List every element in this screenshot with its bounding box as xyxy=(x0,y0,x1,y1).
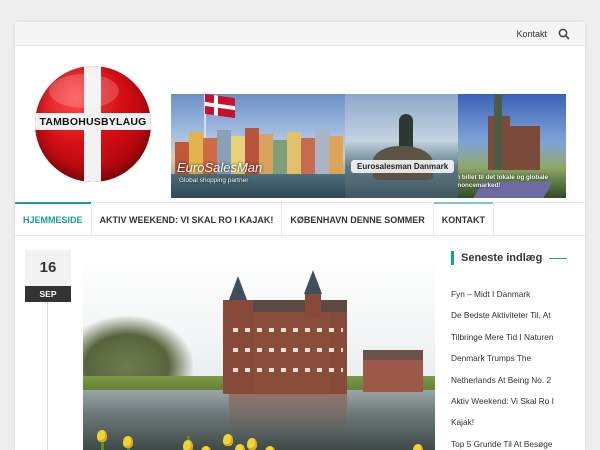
castle-tower-right xyxy=(329,312,347,394)
daffodil xyxy=(97,430,107,442)
castle-wing xyxy=(510,126,540,170)
nav-item-aktiv-weekend[interactable]: AKTIV WEEKEND: VI SKAL RO I KAJAK! xyxy=(92,203,283,237)
building xyxy=(329,136,343,176)
nav-active-indicator xyxy=(15,202,91,204)
nav-item-label: KONTAKT xyxy=(441,215,486,225)
nav-item-indicator xyxy=(433,202,494,204)
castle-reflection xyxy=(229,394,347,434)
widget-title: Seneste indlæg xyxy=(451,250,581,266)
post-timeline-line xyxy=(47,302,48,450)
nav-item-label: HJEMMESIDE xyxy=(23,215,83,225)
site-header: TAMBOHUSBYLAUG EuroSalesMan Global shopp… xyxy=(15,46,585,201)
widget-title-line xyxy=(549,257,568,259)
main-navigation: HJEMMESIDE AKTIV WEEKEND: VI SKAL RO I K… xyxy=(15,202,585,237)
banner-right-text: Din billet til det lokale og globale ann… xyxy=(458,174,548,189)
castle-spire-center xyxy=(304,270,322,294)
castle-spire xyxy=(494,94,502,170)
widget-title-label: Seneste indlæg xyxy=(461,252,543,264)
logo-shine xyxy=(49,74,119,108)
banner-panel-castle: Din billet til det lokale og globale ann… xyxy=(458,94,566,198)
recent-posts-list: Fyn – Midt I Danmark De Bedste Aktivitet… xyxy=(451,284,581,450)
recent-post-link[interactable]: Netherlands At Being No. 2 xyxy=(451,370,581,391)
daffodil xyxy=(247,438,257,450)
building xyxy=(315,130,329,176)
banner-panel-little-mermaid: Eurosalesman Danmark xyxy=(345,94,458,198)
nav-item-kobenhavn[interactable]: KØBENHAVN DENNE SOMMER xyxy=(282,203,434,237)
daffodil xyxy=(123,436,133,448)
search-icon[interactable] xyxy=(557,27,571,41)
castle-windows xyxy=(233,328,343,332)
building xyxy=(301,138,315,176)
top-contact-link[interactable]: Kontakt xyxy=(516,29,547,39)
post-date-month: SEP xyxy=(25,286,71,302)
nav-item-hjemmeside[interactable]: HJEMMESIDE xyxy=(15,202,92,237)
recent-post-link[interactable]: Top 5 Grunde Til At Besøge xyxy=(451,434,581,450)
recent-post-link[interactable]: Aktiv Weekend: Vi Skal Ro I xyxy=(451,391,581,412)
banner-tagline-text: Global shopping partner xyxy=(179,177,249,184)
post-date-badge: 16 SEP xyxy=(25,250,71,302)
nav-item-kontakt[interactable]: KONTAKT xyxy=(433,202,495,237)
recent-post-link[interactable]: Kajak! xyxy=(451,412,581,433)
recent-post-link[interactable]: De Bedste Aktiviteter Til, At xyxy=(451,305,581,326)
page: Kontakt TAMBOHUSBYLAUG EuroSalesMan Glob… xyxy=(15,22,585,450)
recent-post-link[interactable]: Denmark Trumps The xyxy=(451,348,581,369)
banner-middle-label: Eurosalesman Danmark xyxy=(351,160,455,173)
site-logo[interactable]: TAMBOHUSBYLAUG xyxy=(35,66,151,182)
nav-item-label: KØBENHAVN DENNE SOMMER xyxy=(290,215,425,225)
widget-title-accent xyxy=(451,251,454,265)
castle-windows xyxy=(233,368,343,372)
sidebar-recent-posts: Seneste indlæg Fyn – Midt I Danmark De B… xyxy=(451,250,581,450)
danish-flag-icon xyxy=(205,94,235,119)
castle-tower-center xyxy=(305,292,321,318)
castle-side-building xyxy=(363,360,423,392)
banner-panel-nyhavn: EuroSalesMan Global shopping partner xyxy=(171,94,345,198)
daffodil xyxy=(223,434,233,446)
banner-brand-text: EuroSalesMan xyxy=(177,160,263,175)
post-date-day: 16 xyxy=(25,250,71,286)
castle-spire-left xyxy=(229,276,247,300)
castle-tower-left xyxy=(223,300,253,394)
logo-text: TAMBOHUSBYLAUG xyxy=(39,116,147,128)
castle-windows xyxy=(233,348,343,352)
recent-post-link[interactable]: Tilbringe Mere Tid I Naturen xyxy=(451,327,581,348)
featured-image-castle[interactable] xyxy=(83,252,435,450)
building xyxy=(287,132,301,176)
building xyxy=(273,140,287,176)
recent-post-link[interactable]: Fyn – Midt I Danmark xyxy=(451,284,581,305)
header-banner[interactable]: EuroSalesMan Global shopping partner Eur… xyxy=(171,94,566,198)
daffodil xyxy=(183,440,193,450)
daffodil xyxy=(413,444,423,450)
daffodil xyxy=(235,444,245,450)
top-bar: Kontakt xyxy=(15,22,585,46)
nav-item-label: AKTIV WEEKEND: VI SKAL RO I KAJAK! xyxy=(99,215,274,225)
mermaid-statue xyxy=(399,114,413,150)
